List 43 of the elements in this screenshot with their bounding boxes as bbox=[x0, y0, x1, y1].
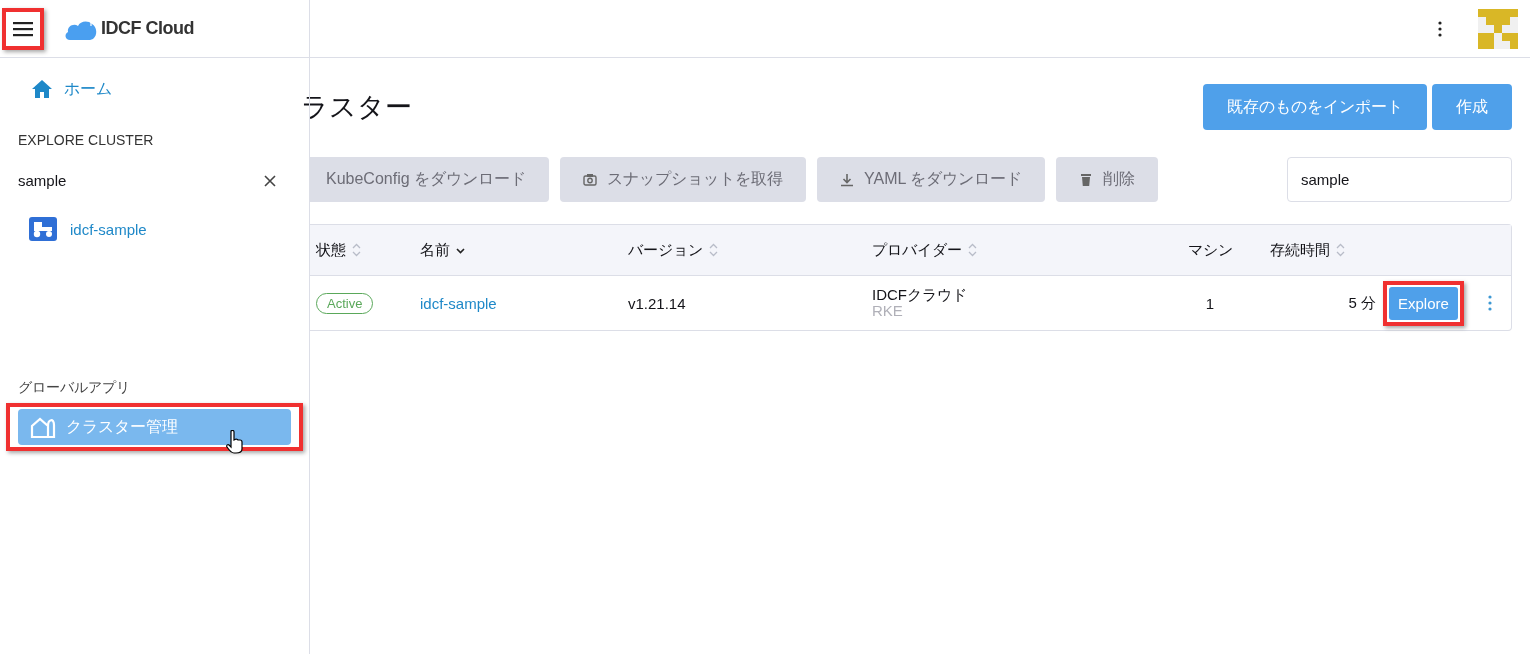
action-button[interactable]: YAML をダウンロード bbox=[817, 157, 1046, 202]
menu-icon bbox=[13, 20, 33, 37]
cluster-link[interactable]: idcf-sample bbox=[29, 217, 291, 241]
brand-name: IDCF Cloud bbox=[101, 18, 194, 39]
sort-icon[interactable] bbox=[709, 243, 718, 257]
hand-cursor-icon bbox=[226, 430, 244, 454]
table-cell: 5 分 bbox=[1348, 293, 1376, 313]
action-button[interactable]: 削除 bbox=[1056, 157, 1159, 202]
action-button[interactable]: スナップショットを取得 bbox=[560, 157, 807, 202]
cluster-name-link[interactable]: idcf-sample bbox=[420, 294, 497, 312]
camera-icon bbox=[583, 172, 598, 187]
table-cell-text: IDCFクラウド bbox=[872, 286, 968, 303]
column-header[interactable]: バージョン bbox=[628, 240, 703, 260]
column-header[interactable]: 状態 bbox=[316, 240, 346, 260]
section-heading: グローバルアプリ bbox=[18, 379, 131, 397]
column-header[interactable]: マシン bbox=[1187, 240, 1233, 260]
sort-icon[interactable] bbox=[968, 243, 977, 257]
column-header[interactable]: 存続時間 bbox=[1270, 240, 1330, 260]
table-cell: 1 bbox=[1205, 294, 1215, 312]
home-link[interactable]: ホーム bbox=[32, 80, 291, 98]
create-button[interactable]: 作成 bbox=[1432, 84, 1512, 130]
tractor-icon bbox=[29, 217, 57, 241]
page-title: ラスター bbox=[301, 91, 412, 124]
table-cell-text: RKE bbox=[872, 303, 904, 320]
more-options-icon[interactable] bbox=[1438, 20, 1442, 37]
trash-icon bbox=[1079, 172, 1094, 187]
home-icon bbox=[32, 80, 52, 98]
cluster-management-item[interactable]: クラスター管理 bbox=[18, 409, 291, 445]
column-header[interactable]: プロバイダー bbox=[872, 240, 962, 260]
user-avatar-icon[interactable] bbox=[1478, 8, 1518, 49]
barn-icon bbox=[30, 416, 56, 438]
sort-icon[interactable] bbox=[1336, 243, 1345, 257]
sort-icon[interactable] bbox=[352, 243, 361, 257]
download-icon bbox=[840, 172, 855, 187]
explore-button[interactable]: Explore bbox=[1389, 286, 1458, 320]
cluster-search-field[interactable]: sample bbox=[18, 159, 291, 202]
section-heading: EXPLORE CLUSTER bbox=[18, 132, 155, 148]
action-button[interactable]: KubeConfig をダウンロード bbox=[310, 157, 550, 202]
import-button[interactable]: 既存のものをインポート bbox=[1203, 84, 1427, 130]
table-cell: v1.21.14 bbox=[628, 294, 686, 312]
filter-field[interactable]: sample bbox=[1287, 157, 1512, 202]
column-header[interactable]: 名前 bbox=[420, 240, 450, 260]
clear-icon[interactable] bbox=[264, 175, 276, 187]
